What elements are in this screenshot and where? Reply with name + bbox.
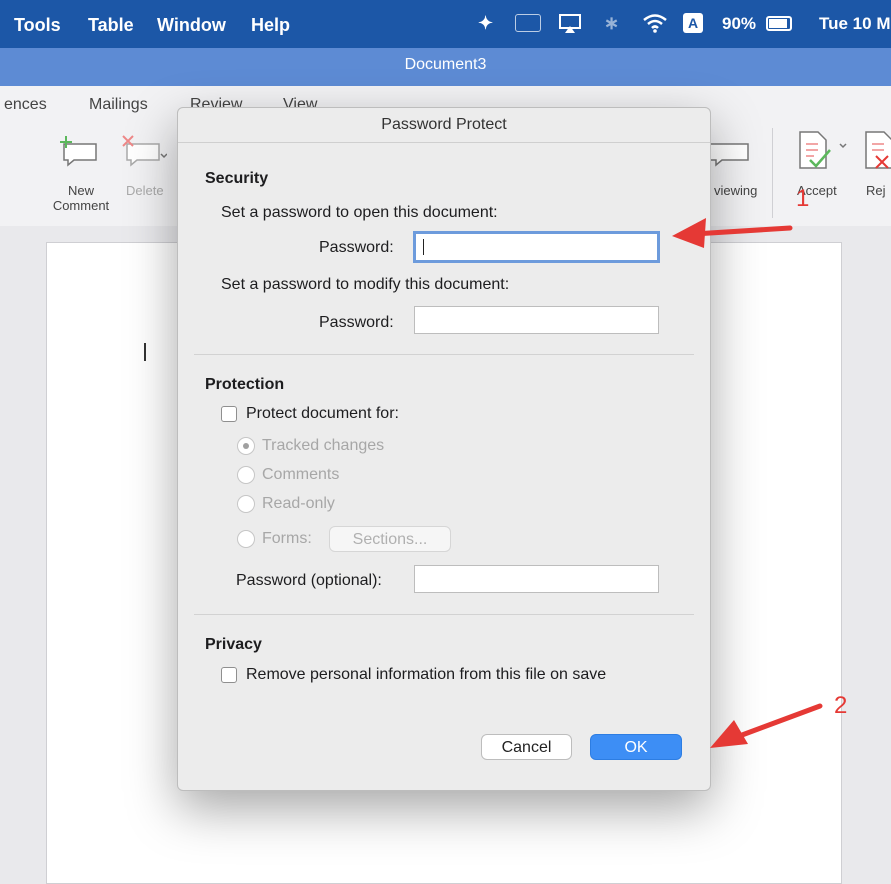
protect-document-checkbox[interactable] [221,406,237,422]
accept-icon [799,131,847,169]
password-optional-label: Password (optional): [236,572,382,589]
cancel-button[interactable]: Cancel [481,734,572,760]
delete-label: Delete [126,183,164,198]
window-title-bar: Document3 [0,48,891,86]
open-password-input[interactable] [413,231,660,263]
forms-label: Forms: [262,530,312,547]
new-comment-label: New Comment [52,183,110,213]
annotation-arrow-2 [731,703,823,741]
ok-button[interactable]: OK [590,734,682,760]
modify-password-input[interactable] [414,306,659,334]
split-view-icon[interactable] [515,14,541,32]
radio-read-only[interactable] [237,495,255,513]
input-caret [423,239,424,255]
protection-heading: Protection [205,376,285,393]
password-protect-dialog: Password Protect Security Set a password… [177,107,711,791]
bluetooth-icon[interactable]: ∗ [604,13,619,34]
menu-tools[interactable]: Tools [14,15,61,36]
delete-comment-icon [122,135,167,167]
modify-password-description: Set a password to modify this document: [221,276,510,293]
clock: Tue 10 M [819,14,891,33]
new-comment-icon [60,136,97,167]
password-optional-input[interactable] [414,565,659,593]
privacy-heading: Privacy [205,636,262,653]
airplay-icon[interactable] [558,14,582,34]
reject-icon [865,131,891,169]
remove-personal-info-label: Remove personal information from this fi… [246,666,607,683]
annotation-number-2: 2 [834,692,848,719]
section-divider [194,614,694,615]
battery-icon[interactable] [766,16,792,31]
read-only-label: Read-only [262,495,335,512]
remove-personal-info-checkbox[interactable] [221,667,237,683]
reviewing-pane-icon [709,143,749,167]
open-password-label: Password: [319,239,394,256]
annotation-arrow-1 [672,218,793,248]
modify-password-label: Password: [319,314,394,331]
tab-references[interactable]: ences [4,96,47,114]
battery-percent: 90% [722,14,757,33]
menu-table[interactable]: Table [88,15,134,36]
radio-forms[interactable] [237,530,255,548]
reject-label: Rej [866,183,886,198]
document-title: Document3 [404,56,487,73]
menu-bar: Tools Table Window Help ✦ ∗ A 90% Tue 10… [0,0,891,48]
annotation-number-1: 1 [796,185,810,212]
keyboard-input-icon[interactable]: A [683,13,703,33]
reviewing-label: viewing [714,183,758,198]
open-password-description: Set a password to open this document: [221,204,498,221]
wifi-icon[interactable] [642,12,668,34]
section-divider [194,354,694,355]
radio-comments[interactable] [237,466,255,484]
dropbox-icon[interactable]: ✦ [478,13,493,34]
comments-label: Comments [262,466,340,483]
tracked-changes-label: Tracked changes [262,437,385,454]
sections-button[interactable]: Sections... [329,526,451,552]
menu-window[interactable]: Window [157,15,226,36]
ribbon-divider [772,128,773,218]
dialog-title: Password Protect [178,108,710,143]
text-cursor [144,343,146,361]
radio-tracked-changes[interactable] [237,437,255,455]
protect-document-label: Protect document for: [246,405,399,422]
tab-mailings[interactable]: Mailings [89,96,148,114]
security-heading: Security [205,170,269,187]
menu-help[interactable]: Help [251,15,290,36]
